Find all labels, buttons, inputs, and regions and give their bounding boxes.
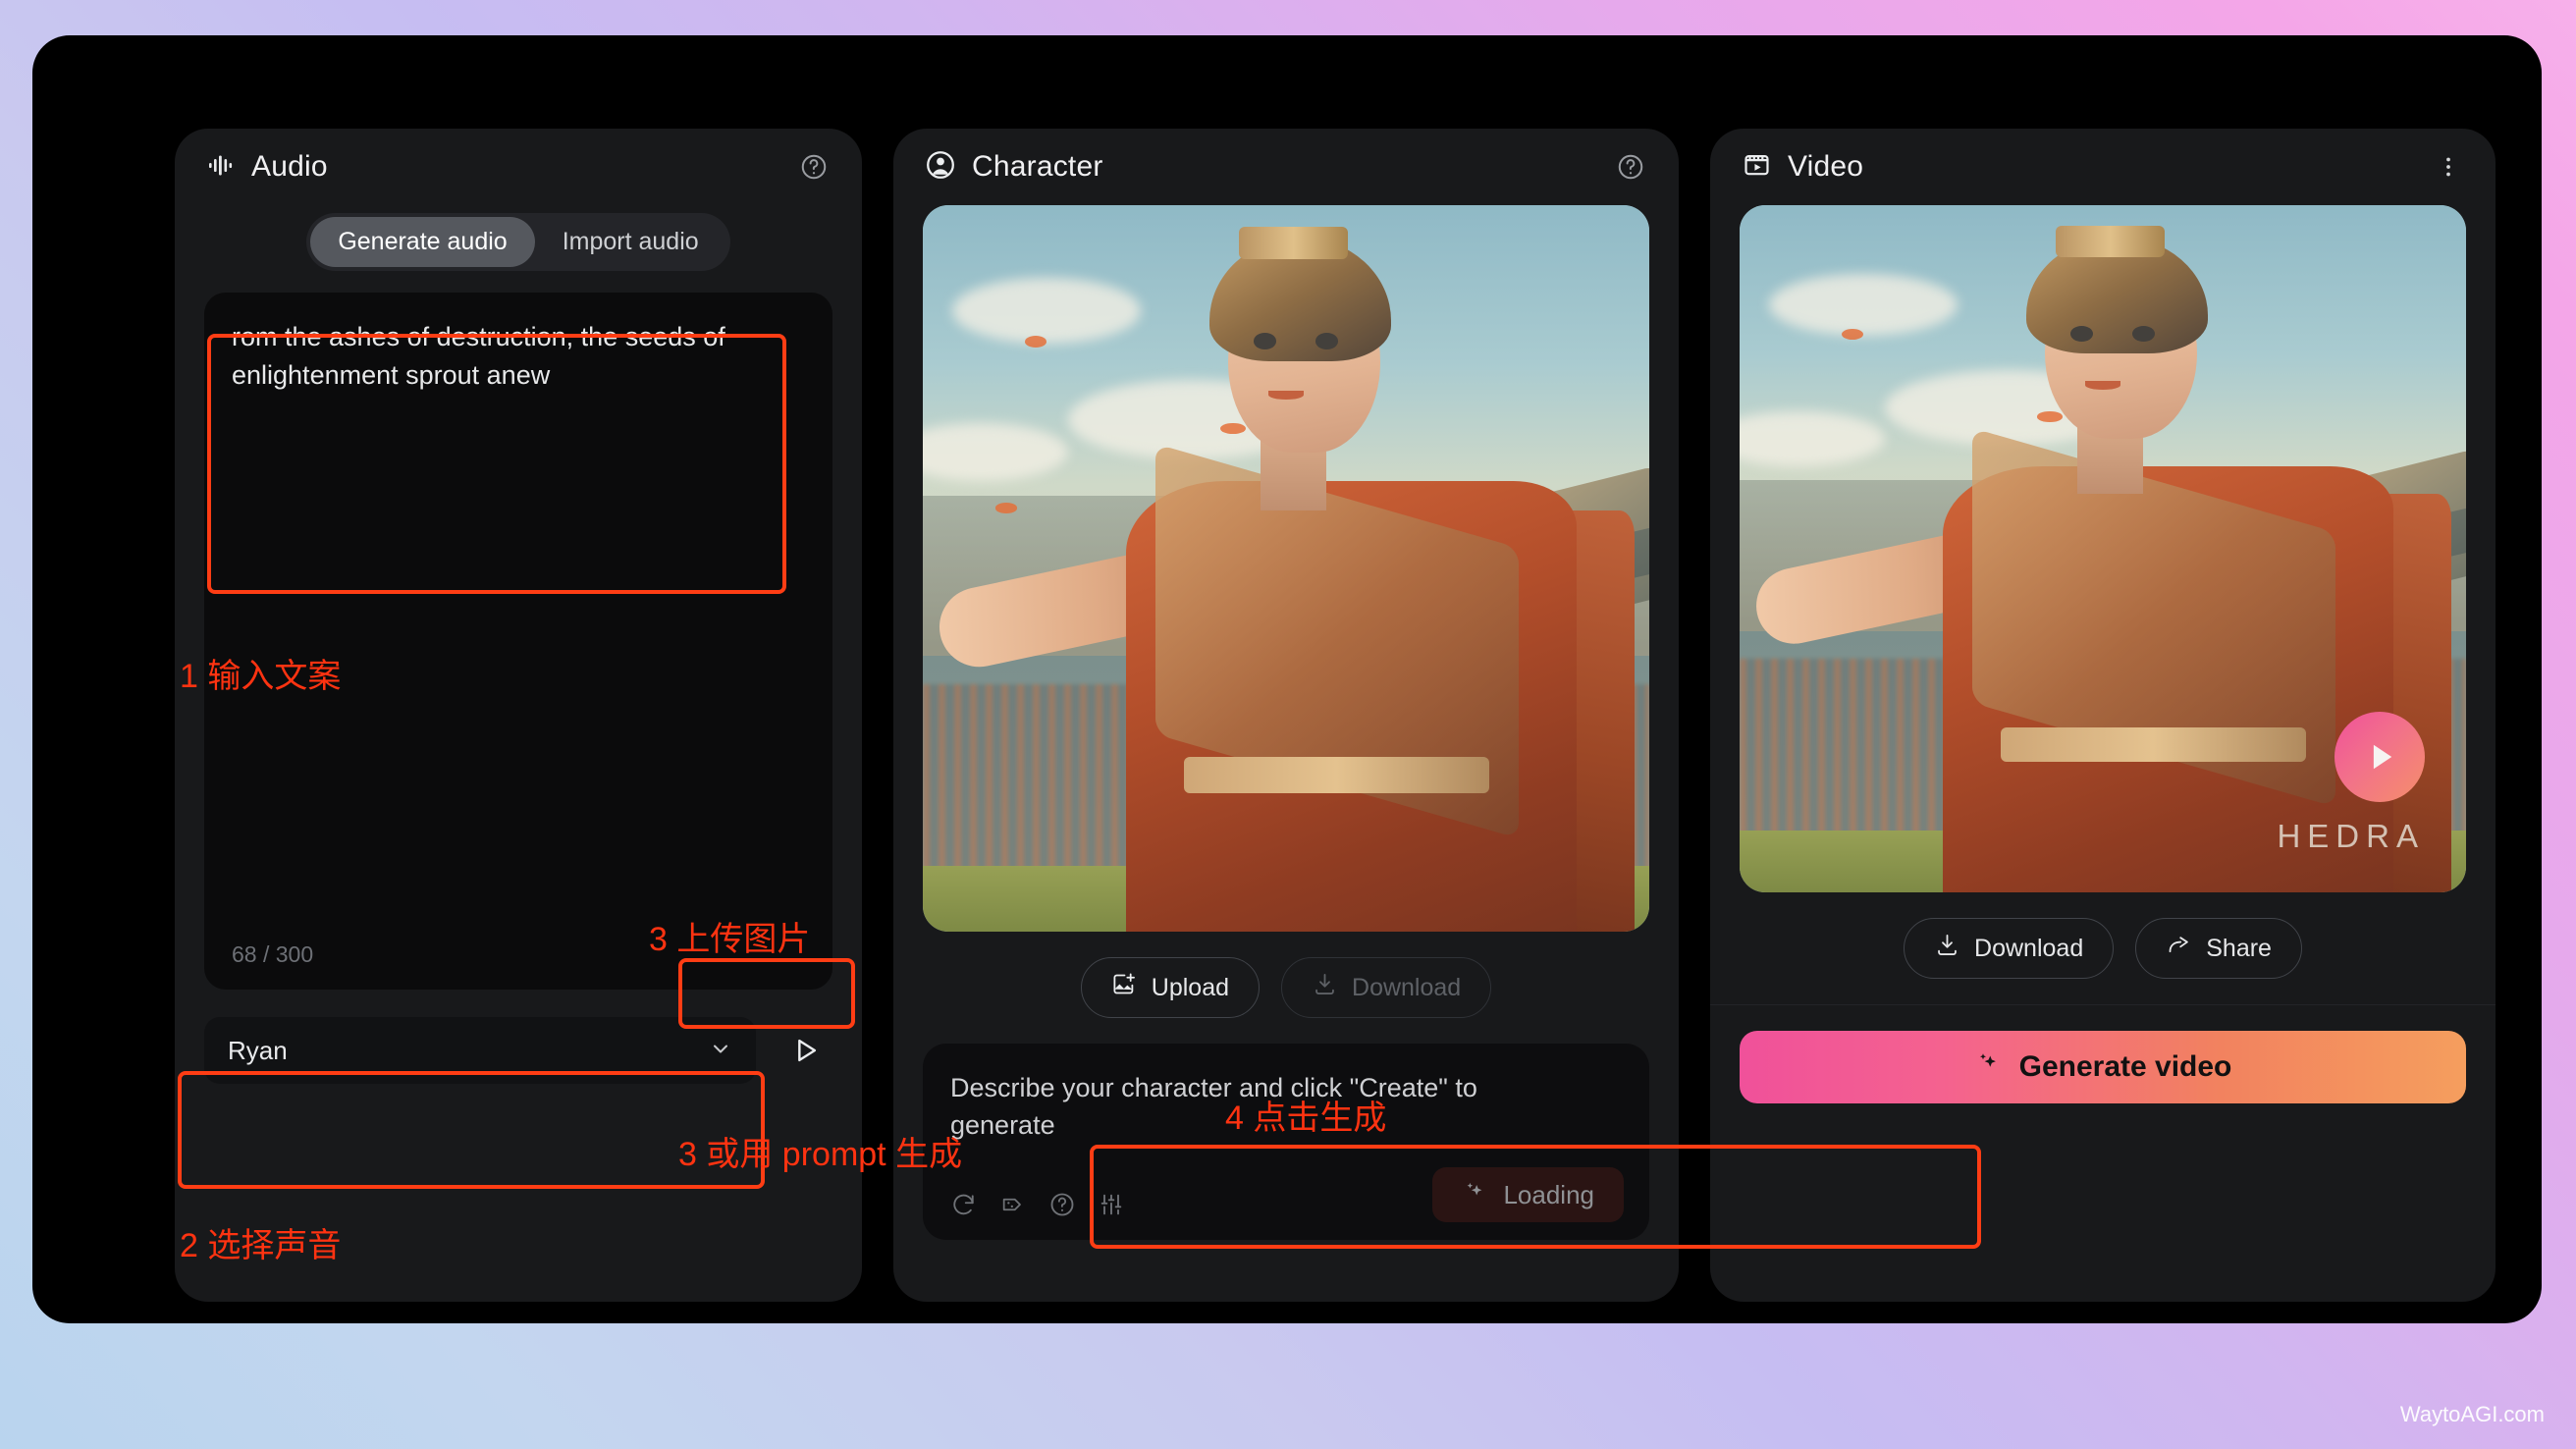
kebab-menu-icon[interactable] (2435, 153, 2462, 181)
crown (2055, 226, 2165, 257)
belt (2001, 727, 2307, 762)
waveform-icon (206, 150, 236, 185)
tab-generate-audio[interactable]: Generate audio (310, 217, 535, 267)
film-clapper-icon (1742, 149, 1772, 185)
character-download-label: Download (1352, 973, 1462, 1001)
waytoagi-watermark: WaytoAGI.com (2399, 1402, 2545, 1426)
belt (1184, 757, 1490, 794)
generate-video-button[interactable]: Generate video (1740, 1031, 2466, 1103)
video-body: HEDRA Download Share (1710, 205, 2496, 979)
mouth (2085, 380, 2120, 390)
character-illustration (923, 205, 1649, 932)
character-image[interactable] (923, 205, 1649, 932)
video-download-label: Download (1974, 934, 2084, 962)
audio-mode-tabs: Generate audio Import audio (175, 213, 862, 271)
sparkle-icon (1974, 1048, 2004, 1086)
share-button[interactable]: Share (2135, 918, 2302, 979)
person-circle-icon (925, 149, 956, 186)
help-circle-icon[interactable] (1616, 152, 1645, 182)
script-textarea[interactable]: rom the ashes of destruction, the seeds … (204, 293, 832, 990)
refresh-icon[interactable] (950, 1191, 978, 1218)
app-window: Audio Generate audio Import audio rom th… (32, 35, 2542, 1323)
eye (2069, 325, 2094, 342)
tab-import-audio[interactable]: Import audio (535, 217, 726, 267)
video-panel-title: Video (1788, 150, 1864, 183)
help-circle-icon[interactable] (799, 152, 829, 182)
download-icon (1312, 971, 1338, 1004)
audio-panel: Audio Generate audio Import audio rom th… (175, 129, 862, 1302)
download-icon (1934, 932, 1960, 965)
character-header-left: Character (925, 149, 1103, 186)
video-download-button[interactable]: Download (1904, 918, 2115, 979)
audio-body: rom the ashes of destruction, the seeds … (175, 271, 862, 990)
video-header-left: Video (1742, 149, 1863, 185)
sliders-icon[interactable] (1098, 1191, 1125, 1218)
character-download-button[interactable]: Download (1281, 957, 1492, 1018)
loading-button: Loading (1432, 1167, 1624, 1222)
character-prompt-card[interactable]: Describe your character and click "Creat… (923, 1044, 1649, 1240)
loading-button-label: Loading (1503, 1179, 1594, 1209)
audio-panel-title: Audio (251, 150, 328, 183)
video-panel: Video HEDRA Download Share Generate vide… (1710, 129, 2496, 1302)
image-plus-icon (1111, 971, 1138, 1004)
generate-wrap: Generate video (1710, 1005, 2496, 1103)
character-figure (923, 205, 1649, 932)
upload-button-label: Upload (1151, 973, 1230, 1001)
voice-preview-button[interactable] (778, 1023, 832, 1078)
eye (1253, 332, 1277, 349)
character-actions: Upload Download (923, 957, 1649, 1018)
help-circle-icon[interactable] (1048, 1191, 1076, 1218)
audio-header-left: Audio (206, 150, 328, 185)
prompt-toolbar (950, 1191, 1125, 1218)
upload-button[interactable]: Upload (1080, 957, 1261, 1018)
panels-row: Audio Generate audio Import audio rom th… (175, 129, 2496, 1302)
character-counter: 68 / 300 (232, 941, 314, 967)
crown (1238, 227, 1348, 260)
share-arrow-icon (2166, 932, 2192, 965)
character-panel-header: Character (893, 129, 1679, 205)
share-button-label: Share (2206, 934, 2272, 962)
video-actions: Download Share (1740, 918, 2466, 979)
video-panel-header: Video (1710, 129, 2496, 205)
character-prompt-placeholder: Describe your character and click "Creat… (950, 1073, 1477, 1141)
eye (2131, 325, 2156, 342)
sparkle-icon (1462, 1178, 1489, 1212)
voice-selected-value: Ryan (228, 1035, 288, 1065)
eye (1315, 332, 1339, 349)
generate-video-label: Generate video (2018, 1050, 2232, 1083)
voice-select[interactable]: Ryan (204, 1017, 756, 1084)
script-text: rom the ashes of destruction, the seeds … (232, 322, 725, 391)
chevron-down-icon (709, 1037, 732, 1065)
hedra-brand-mark: HEDRA (2277, 818, 2425, 854)
audio-panel-header: Audio (175, 129, 862, 205)
character-body: Upload Download (893, 205, 1679, 1018)
segmented-control: Generate audio Import audio (306, 213, 730, 271)
voice-row: Ryan (175, 1017, 862, 1084)
dice-tag-icon[interactable] (999, 1191, 1027, 1218)
character-panel-title: Character (972, 150, 1103, 183)
video-play-button[interactable] (2334, 712, 2425, 802)
video-preview[interactable]: HEDRA (1740, 205, 2466, 892)
character-panel: Character Upload Download Describe your … (893, 129, 1679, 1302)
